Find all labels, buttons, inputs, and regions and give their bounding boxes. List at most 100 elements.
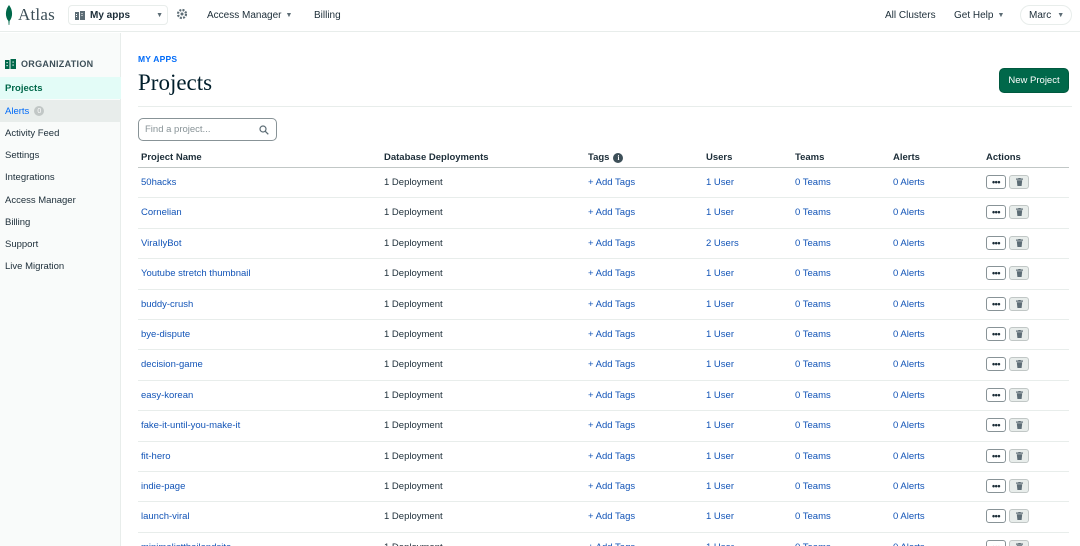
alerts-link[interactable]: 0 Alerts: [893, 390, 925, 401]
teams-link[interactable]: 0 Teams: [795, 329, 831, 340]
users-link[interactable]: 2 Users: [706, 238, 739, 249]
sidebar-item-projects[interactable]: Projects: [0, 77, 121, 99]
add-tags-link[interactable]: + Add Tags: [588, 207, 635, 218]
teams-link[interactable]: 0 Teams: [795, 390, 831, 401]
get-help-menu[interactable]: Get Help ▼: [954, 10, 1004, 21]
project-name-link[interactable]: 50hacks: [141, 177, 176, 188]
sidebar-item-access-manager[interactable]: Access Manager: [0, 189, 121, 211]
users-link[interactable]: 1 User: [706, 329, 734, 340]
info-icon[interactable]: i: [613, 152, 624, 163]
delete-project-button[interactable]: [1009, 326, 1029, 341]
alerts-link[interactable]: 0 Alerts: [893, 329, 925, 340]
all-clusters-link[interactable]: All Clusters: [885, 10, 936, 21]
sidebar-item-activity-feed[interactable]: Activity Feed: [0, 122, 121, 144]
search-input[interactable]: Find a project...: [138, 118, 277, 141]
alerts-link[interactable]: 0 Alerts: [893, 299, 925, 310]
teams-link[interactable]: 0 Teams: [795, 207, 831, 218]
alerts-link[interactable]: 0 Alerts: [893, 207, 925, 218]
more-actions-button[interactable]: •••: [986, 357, 1006, 372]
sidebar-item-alerts[interactable]: Alerts 0: [0, 100, 121, 122]
teams-link[interactable]: 0 Teams: [795, 481, 831, 492]
alerts-link[interactable]: 0 Alerts: [893, 542, 925, 546]
sidebar-item-billing[interactable]: Billing: [0, 211, 121, 233]
delete-project-button[interactable]: [1009, 418, 1029, 433]
gear-icon[interactable]: [176, 8, 188, 20]
delete-project-button[interactable]: [1009, 357, 1029, 372]
users-link[interactable]: 1 User: [706, 299, 734, 310]
users-link[interactable]: 1 User: [706, 451, 734, 462]
delete-project-button[interactable]: [1009, 296, 1029, 311]
add-tags-link[interactable]: + Add Tags: [588, 451, 635, 462]
more-actions-button[interactable]: •••: [986, 296, 1006, 311]
alerts-link[interactable]: 0 Alerts: [893, 238, 925, 249]
delete-project-button[interactable]: [1009, 235, 1029, 250]
sidebar-item-settings[interactable]: Settings: [0, 144, 121, 166]
sidebar-item-support[interactable]: Support: [0, 233, 121, 255]
breadcrumb[interactable]: MY APPS: [138, 54, 177, 64]
column-header-teams[interactable]: Teams: [795, 152, 824, 163]
teams-link[interactable]: 0 Teams: [795, 542, 831, 546]
project-name-link[interactable]: easy-korean: [141, 390, 193, 401]
add-tags-link[interactable]: + Add Tags: [588, 420, 635, 431]
alerts-link[interactable]: 0 Alerts: [893, 481, 925, 492]
project-name-link[interactable]: buddy-crush: [141, 299, 193, 310]
users-link[interactable]: 1 User: [706, 511, 734, 522]
project-name-link[interactable]: indie-page: [141, 481, 185, 492]
users-link[interactable]: 1 User: [706, 481, 734, 492]
more-actions-button[interactable]: •••: [986, 235, 1006, 250]
alerts-link[interactable]: 0 Alerts: [893, 511, 925, 522]
more-actions-button[interactable]: •••: [986, 387, 1006, 402]
users-link[interactable]: 1 User: [706, 420, 734, 431]
project-name-link[interactable]: bye-dispute: [141, 329, 190, 340]
column-header-users[interactable]: Users: [706, 152, 732, 163]
sidebar-item-integrations[interactable]: Integrations: [0, 166, 121, 188]
users-link[interactable]: 1 User: [706, 268, 734, 279]
org-selector[interactable]: My apps ▼: [68, 5, 168, 25]
billing-link[interactable]: Billing: [314, 10, 341, 21]
users-link[interactable]: 1 User: [706, 207, 734, 218]
more-actions-button[interactable]: •••: [986, 205, 1006, 220]
add-tags-link[interactable]: + Add Tags: [588, 329, 635, 340]
teams-link[interactable]: 0 Teams: [795, 177, 831, 188]
teams-link[interactable]: 0 Teams: [795, 511, 831, 522]
column-header-database-deployments[interactable]: Database Deployments: [384, 152, 489, 163]
delete-project-button[interactable]: [1009, 175, 1029, 189]
users-link[interactable]: 1 User: [706, 177, 734, 188]
add-tags-link[interactable]: + Add Tags: [588, 238, 635, 249]
users-link[interactable]: 1 User: [706, 390, 734, 401]
delete-project-button[interactable]: [1009, 448, 1029, 463]
teams-link[interactable]: 0 Teams: [795, 299, 831, 310]
teams-link[interactable]: 0 Teams: [795, 359, 831, 370]
more-actions-button[interactable]: •••: [986, 266, 1006, 281]
alerts-link[interactable]: 0 Alerts: [893, 451, 925, 462]
add-tags-link[interactable]: + Add Tags: [588, 268, 635, 279]
add-tags-link[interactable]: + Add Tags: [588, 177, 635, 188]
delete-project-button[interactable]: [1009, 509, 1029, 524]
alerts-link[interactable]: 0 Alerts: [893, 268, 925, 279]
more-actions-button[interactable]: •••: [986, 326, 1006, 341]
add-tags-link[interactable]: + Add Tags: [588, 481, 635, 492]
teams-link[interactable]: 0 Teams: [795, 451, 831, 462]
add-tags-link[interactable]: + Add Tags: [588, 390, 635, 401]
users-link[interactable]: 1 User: [706, 542, 734, 546]
add-tags-link[interactable]: + Add Tags: [588, 299, 635, 310]
sidebar-item-live-migration[interactable]: Live Migration: [0, 255, 121, 277]
add-tags-link[interactable]: + Add Tags: [588, 542, 635, 546]
delete-project-button[interactable]: [1009, 478, 1029, 493]
more-actions-button[interactable]: •••: [986, 478, 1006, 493]
delete-project-button[interactable]: [1009, 387, 1029, 402]
delete-project-button[interactable]: [1009, 266, 1029, 281]
teams-link[interactable]: 0 Teams: [795, 420, 831, 431]
project-name-link[interactable]: fake-it-until-you-make-it: [141, 420, 240, 431]
atlas-logo[interactable]: Atlas: [4, 5, 55, 25]
add-tags-link[interactable]: + Add Tags: [588, 359, 635, 370]
more-actions-button[interactable]: •••: [986, 418, 1006, 433]
teams-link[interactable]: 0 Teams: [795, 268, 831, 279]
project-name-link[interactable]: Youtube stretch thumbnail: [141, 268, 251, 279]
new-project-button[interactable]: New Project: [999, 68, 1069, 93]
more-actions-button[interactable]: •••: [986, 175, 1006, 189]
alerts-link[interactable]: 0 Alerts: [893, 359, 925, 370]
project-name-link[interactable]: launch-viral: [141, 511, 190, 522]
project-name-link[interactable]: minimalistthailandsite: [141, 542, 231, 546]
column-header-tags[interactable]: Tags i: [588, 152, 624, 163]
